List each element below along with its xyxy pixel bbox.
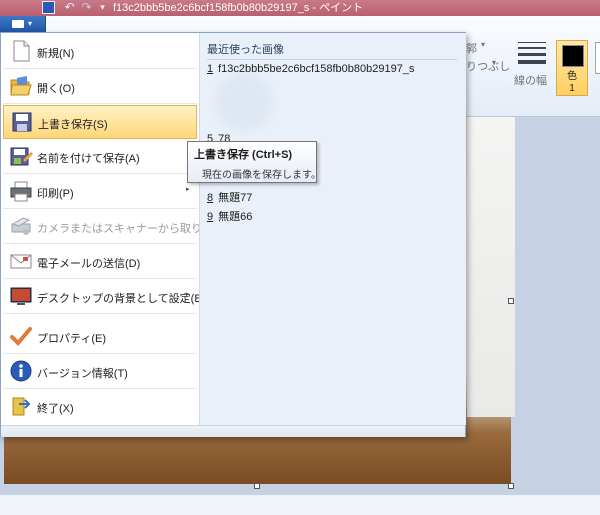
redo-icon[interactable]: ↷ <box>80 1 93 14</box>
desktop-background-icon <box>10 287 32 305</box>
exit-icon <box>12 397 31 416</box>
quick-save-icon[interactable] <box>42 1 55 14</box>
menu-item-label: 電子メールの送信(D) <box>37 258 141 270</box>
menu-item-label: 新規(N) <box>37 48 75 60</box>
chevron-down-icon: ▾ <box>28 19 33 28</box>
color2-button[interactable] <box>595 42 600 74</box>
menu-item-new[interactable]: 新規(N) <box>3 35 197 69</box>
new-document-icon <box>13 40 30 62</box>
line-width-label: 線の幅 <box>514 75 547 87</box>
menu-item-about[interactable]: バージョン情報(T) <box>3 355 197 389</box>
app-menu: 新規(N) 開く(O) 上書き保存(S) 名前を付けて保存(A) 印刷(P) ▸… <box>0 32 466 437</box>
color1-number: 1 <box>569 83 575 94</box>
undo-icon[interactable]: ↶ <box>63 1 76 14</box>
save-tooltip: 上書き保存 (Ctrl+S) 現在の画像を保存します。 <box>187 141 321 183</box>
menu-item-label: 印刷(P) <box>37 188 74 200</box>
window-title: f13c2bbb5be2c6bcf158fb0b80b29197_s - ペイン… <box>113 2 364 14</box>
menu-item-label: デスクトップの背景として設定(B) <box>37 293 206 305</box>
blurred-region <box>215 73 273 131</box>
menu-item-label: 終了(X) <box>37 403 74 415</box>
menu-item-label: 上書き保存(S) <box>38 119 108 131</box>
recent-images-title: 最近使った画像 <box>207 44 284 56</box>
menu-item-desktop-background[interactable]: デスクトップの背景として設定(B) ▸ <box>3 280 205 314</box>
tooltip-title: 上書き保存 (Ctrl+S) <box>194 149 293 161</box>
submenu-arrow-icon: ▸ <box>186 291 190 298</box>
recent-item[interactable]: 9 無題66 <box>207 208 252 224</box>
menu-item-print[interactable]: 印刷(P) ▸ <box>3 175 197 209</box>
menu-item-email[interactable]: 電子メールの送信(D) <box>3 245 197 279</box>
scanner-icon <box>11 217 31 235</box>
info-icon <box>10 360 32 382</box>
open-folder-icon <box>10 76 32 96</box>
printer-icon <box>10 181 32 202</box>
ribbon-fragment-fill: りつぶし <box>466 61 511 73</box>
resize-handle-corner[interactable] <box>508 483 514 489</box>
properties-check-icon <box>10 327 32 346</box>
recent-item-number: 1 <box>207 63 214 75</box>
email-icon <box>10 254 32 269</box>
ribbon-fragment-outline: 郭 <box>466 43 477 55</box>
menu-footer <box>1 425 465 437</box>
line-width-icon[interactable] <box>518 42 546 66</box>
menu-item-label: プロパティ(E) <box>37 333 107 345</box>
recent-item[interactable]: 1 f13c2bbb5be2c6bcf158fb0b80b29197_s <box>207 63 414 75</box>
recent-item-name: 無題77 <box>218 192 253 204</box>
recent-item-number: 8 <box>207 192 214 204</box>
tooltip-body: 現在の画像を保存します。 <box>202 170 321 181</box>
recent-item-name: f13c2bbb5be2c6bcf158fb0b80b29197_s <box>218 63 415 75</box>
ribbon-fragment-arrow: ▾ <box>481 40 486 49</box>
submenu-arrow-icon: ▸ <box>186 186 190 193</box>
recent-divider <box>207 59 457 60</box>
menu-item-properties[interactable]: プロパティ(E) <box>3 320 197 354</box>
save-icon <box>12 112 32 132</box>
color1-swatch <box>562 45 584 67</box>
recent-item[interactable]: 8 無題77 <box>207 189 252 205</box>
ribbon-fragment-arrow-2: ▾ <box>492 58 497 67</box>
menu-item-label: バージョン情報(T) <box>37 368 128 380</box>
menu-item-scanner: カメラまたはスキャナーから取り込み(M) <box>3 210 241 244</box>
menu-item-exit[interactable]: 終了(X) <box>3 390 197 424</box>
menu-item-label: 名前を付けて保存(A) <box>37 153 140 165</box>
save-as-icon <box>10 147 33 166</box>
resize-handle-right[interactable] <box>508 298 514 304</box>
recent-item-name: 無題66 <box>218 211 253 223</box>
color1-label: 色 <box>567 71 577 82</box>
image-highlight <box>467 117 515 417</box>
menu-item-save[interactable]: 上書き保存(S) <box>3 105 197 139</box>
menu-item-save-as[interactable]: 名前を付けて保存(A) <box>3 140 197 174</box>
menu-icon <box>12 20 24 28</box>
menu-item-open[interactable]: 開く(O) <box>3 70 197 104</box>
title-bar: ↶ ↷ ▾ f13c2bbb5be2c6bcf158fb0b80b29197_s… <box>0 0 600 16</box>
resize-handle-bottom[interactable] <box>254 483 260 489</box>
color1-button[interactable]: 色 1 <box>556 40 588 96</box>
status-bar <box>0 494 600 515</box>
customize-arrow-icon[interactable]: ▾ <box>96 1 109 14</box>
recent-item-number: 9 <box>207 211 214 223</box>
menu-commands: 新規(N) 開く(O) 上書き保存(S) 名前を付けて保存(A) 印刷(P) ▸… <box>1 33 241 425</box>
menu-item-label: 開く(O) <box>37 83 75 95</box>
app-menu-button[interactable]: ▾ <box>0 16 46 32</box>
